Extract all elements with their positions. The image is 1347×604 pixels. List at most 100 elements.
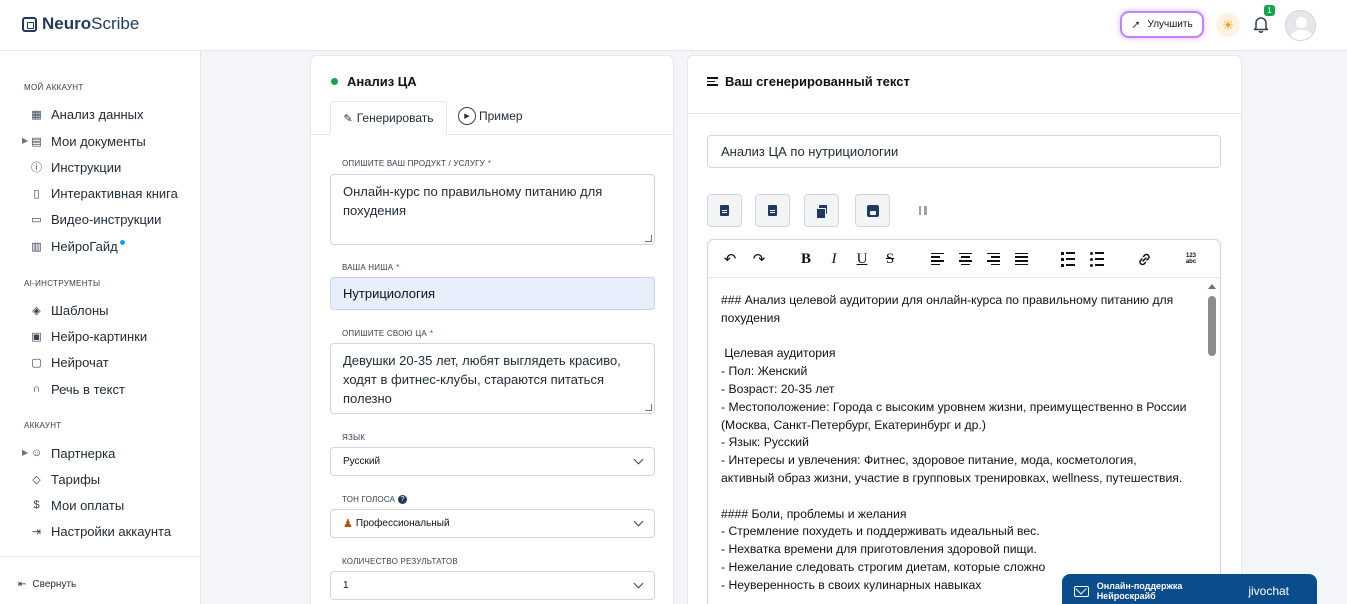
- headphones-icon: ∩: [32, 383, 41, 395]
- chevron-right-icon[interactable]: ▶: [22, 136, 28, 145]
- spellcheck-icon[interactable]: 123 abc: [1182, 250, 1200, 268]
- save-button[interactable]: [855, 194, 890, 227]
- top-bar: NeuroScribe ➚ Улучшить ☀ 1: [0, 0, 1347, 51]
- logout-icon: ⇥: [31, 525, 42, 538]
- link-icon[interactable]: [1135, 250, 1153, 268]
- user-avatar[interactable]: [1285, 10, 1316, 41]
- scroll-up-arrow-icon[interactable]: [1208, 284, 1216, 289]
- redo-icon[interactable]: ↷: [750, 250, 768, 268]
- strikethrough-button[interactable]: S: [881, 250, 899, 268]
- align-center-icon[interactable]: [956, 250, 974, 268]
- generated-text-content[interactable]: ### Анализ целевой аудитории для онлайн-…: [721, 292, 1191, 595]
- chat-brand: jivochat: [1248, 584, 1289, 598]
- resize-handle[interactable]: [645, 235, 652, 242]
- product-label: Опишите ваш продукт / услугу *: [342, 159, 492, 168]
- support-chat-widget[interactable]: Онлайн-поддержка Нейроскрайб jivochat: [1062, 574, 1317, 604]
- app-logo[interactable]: NeuroScribe: [22, 14, 139, 34]
- sidebar-item-neuroguide[interactable]: ▥ НейроГайд: [30, 237, 125, 255]
- tag-icon: ◇: [32, 473, 41, 486]
- new-indicator-dot: [119, 239, 125, 245]
- export-file-button[interactable]: [755, 194, 790, 227]
- chevron-right-icon[interactable]: ▶: [22, 448, 28, 457]
- chat-widget-label: Онлайн-поддержка Нейроскрайб: [1096, 581, 1183, 601]
- image-icon: ▣: [31, 330, 42, 343]
- collapse-sidebar-button[interactable]: ⇤ Свернуть: [18, 579, 76, 590]
- logo-icon: [22, 16, 37, 32]
- language-select[interactable]: Русский: [330, 447, 655, 476]
- result-title: Ваш сгенерированный текст: [707, 74, 910, 89]
- layers-icon: ◈: [32, 304, 41, 317]
- count-select[interactable]: 1: [330, 571, 655, 600]
- sidebar-item-speech-to-text[interactable]: ∩ Речь в текст: [30, 380, 125, 398]
- language-label: Язык: [342, 433, 366, 442]
- audience-textarea[interactable]: Девушки 20-35 лет, любят выглядеть краси…: [330, 343, 655, 414]
- sidebar-item-neuro-images[interactable]: ▣ Нейро-картинки: [30, 327, 147, 345]
- chevron-down-icon: [633, 454, 644, 465]
- sidebar-item-interactive-book[interactable]: ▯ Интерактивная книга: [30, 184, 177, 202]
- export-doc-button[interactable]: [707, 194, 742, 227]
- scroll-thumb[interactable]: [1208, 296, 1216, 356]
- chevron-down-icon: [633, 516, 644, 527]
- status-dot: [331, 78, 338, 85]
- logo-rest: Scribe: [91, 14, 140, 33]
- sidebar-item-instructions[interactable]: ⓘ Инструкции: [30, 158, 121, 176]
- align-justify-icon[interactable]: [1012, 250, 1030, 268]
- result-header: Ваш сгенерированный текст: [688, 56, 1241, 114]
- pause-button[interactable]: [905, 194, 940, 227]
- audience-label: Опишите свою ЦА *: [342, 329, 434, 338]
- undo-icon[interactable]: ↶: [721, 250, 739, 268]
- resize-handle[interactable]: [645, 404, 652, 411]
- sidebar-item-neurochat[interactable]: ▢ Нейрочат: [30, 353, 108, 371]
- tone-label: Тон голоса ?: [342, 495, 408, 504]
- person-emoji-icon: ♟: [343, 518, 353, 530]
- chat-icon: ▢: [31, 356, 42, 369]
- rocket-icon: ➚: [1131, 19, 1141, 31]
- section-title-my-account: Мой аккаунт: [24, 83, 84, 92]
- sidebar-item-partners[interactable]: ☺ Партнерка: [30, 444, 115, 462]
- help-icon[interactable]: ?: [398, 495, 408, 504]
- bullet-list-icon[interactable]: [1088, 250, 1106, 268]
- copy-icon: [815, 204, 828, 219]
- envelope-icon: [1074, 585, 1089, 597]
- niche-input[interactable]: Нутрициология: [330, 277, 655, 310]
- generator-form-panel: Анализ ЦА ✎ Генерировать ▶ Пример Опишит…: [310, 55, 674, 604]
- question-icon: ⓘ: [31, 162, 42, 174]
- sidebar-item-tariffs[interactable]: ◇ Тарифы: [30, 470, 100, 488]
- align-right-icon[interactable]: [984, 250, 1002, 268]
- sidebar-item-my-documents[interactable]: ▤ Мои документы: [30, 132, 145, 150]
- sidebar-item-data-analysis[interactable]: ▦ Анализ данных: [30, 105, 143, 123]
- sidebar-item-templates[interactable]: ◈ Шаблоны: [30, 301, 108, 319]
- play-icon: ▶: [458, 107, 476, 125]
- upgrade-button[interactable]: ➚ Улучшить: [1120, 11, 1204, 38]
- video-icon: ▭: [31, 213, 42, 226]
- chevron-down-icon: [633, 578, 644, 589]
- sidebar: Мой аккаунт ▦ Анализ данных ▶ ▤ Мои доку…: [0, 51, 201, 604]
- sidebar-item-account-settings[interactable]: ⇥ Настройки аккаунта: [30, 522, 171, 540]
- tone-select[interactable]: ♟ Профессиональный: [330, 509, 655, 538]
- sidebar-item-video-instructions[interactable]: ▭ Видео-инструкции: [30, 210, 161, 228]
- underline-button[interactable]: U: [853, 250, 871, 268]
- upgrade-label: Улучшить: [1147, 19, 1193, 30]
- sidebar-item-my-payments[interactable]: $ Мои оплаты: [30, 496, 124, 514]
- section-title-ai-tools: AI-инструменты: [24, 279, 101, 288]
- dollar-icon: $: [33, 499, 40, 511]
- copy-button[interactable]: [804, 194, 839, 227]
- rich-text-editor[interactable]: ↶ ↷ B I U S 123 abc ### Анализ целевой а…: [707, 239, 1221, 604]
- ordered-list-icon[interactable]: [1059, 250, 1077, 268]
- tab-generate[interactable]: ✎ Генерировать: [330, 101, 447, 135]
- users-icon: ☺: [30, 447, 43, 459]
- bold-button[interactable]: B: [797, 250, 815, 268]
- count-label: Количество результатов: [342, 557, 458, 566]
- italic-button[interactable]: I: [825, 250, 843, 268]
- align-left-icon[interactable]: [928, 250, 946, 268]
- document-title-input[interactable]: Анализ ЦА по нутрициологии: [707, 135, 1221, 168]
- book-icon: ▯: [33, 187, 40, 200]
- product-textarea[interactable]: Онлайн-курс по правильному питанию для п…: [330, 174, 655, 245]
- niche-label: Ваша ниша *: [342, 263, 400, 272]
- file-icon: [768, 205, 777, 216]
- editor-toolbar: ↶ ↷ B I U S 123 abc: [708, 240, 1220, 278]
- editor-scrollbar[interactable]: [1206, 284, 1218, 604]
- bell-icon[interactable]: [1252, 15, 1270, 33]
- theme-toggle-sun-icon[interactable]: ☀: [1216, 13, 1240, 37]
- tab-example[interactable]: ▶ Пример: [458, 106, 523, 126]
